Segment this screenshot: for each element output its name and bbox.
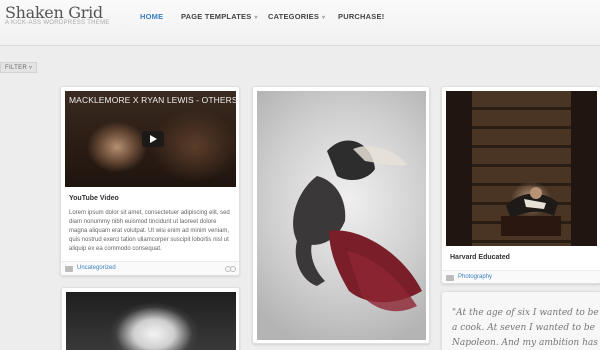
library-reading-image — [446, 91, 597, 246]
nav-home[interactable]: HOME — [140, 12, 163, 21]
post-card-quote: "At the age of six I wanted to be a cook… — [441, 291, 600, 350]
flying-figure-image — [293, 140, 422, 312]
chevron-down-icon: ▾ — [254, 15, 258, 21]
quote-text: "At the age of six I wanted to be a cook… — [452, 308, 599, 348]
nav-purchase[interactable]: PURCHASE! — [338, 12, 384, 21]
filter-label: FILTER — [5, 65, 28, 71]
nav-home-label: HOME — [140, 12, 164, 21]
post-image[interactable] — [257, 91, 426, 340]
post-title[interactable]: YouTube Video — [69, 195, 119, 202]
comments-icon[interactable] — [225, 266, 236, 272]
video-title: MACKLEMORE X RYAN LEWIS - OTHERS — [69, 95, 238, 105]
filter-toggle[interactable]: FILTER ▿ — [0, 62, 38, 73]
post-title[interactable]: Harvard Educated — [450, 254, 510, 261]
category-link[interactable]: Uncategorized — [77, 265, 116, 271]
play-icon[interactable] — [142, 131, 164, 147]
site-tagline: A KICK-ASS WORDPRESS THEME — [5, 20, 110, 26]
post-footer: Uncategorized — [61, 261, 239, 275]
chevron-down-icon: ▾ — [322, 15, 326, 21]
post-card-video: MACKLEMORE X RYAN LEWIS - OTHERS YouTube… — [60, 86, 240, 276]
nav-purchase-label: PURCHASE! — [338, 12, 385, 21]
nav-categories-label: CATEGORIES — [268, 12, 320, 21]
post-card-photo — [252, 86, 430, 344]
filter-icon: ▿ — [29, 65, 33, 71]
category-link[interactable]: Photography — [458, 274, 492, 280]
post-image[interactable] — [446, 91, 597, 246]
post-footer: Photography — [442, 270, 600, 283]
post-card-library: Harvard Educated Photography — [441, 86, 600, 284]
post-image[interactable] — [66, 292, 236, 350]
post-card-cloud — [61, 287, 240, 350]
nav-page-templates-label: PAGE TEMPLATES — [181, 12, 252, 21]
nav-categories[interactable]: CATEGORIES ▾ — [268, 12, 325, 21]
video-player[interactable]: MACKLEMORE X RYAN LEWIS - OTHERS — [65, 91, 238, 187]
folder-icon — [65, 266, 73, 272]
folder-icon — [446, 275, 454, 281]
post-excerpt: Lorem ipsum dolor sit amet, consectetuer… — [69, 210, 230, 252]
nav-page-templates[interactable]: PAGE TEMPLATES ▾ — [181, 12, 258, 21]
site-header: Shaken Grid A KICK-ASS WORDPRESS THEME H… — [0, 0, 600, 46]
